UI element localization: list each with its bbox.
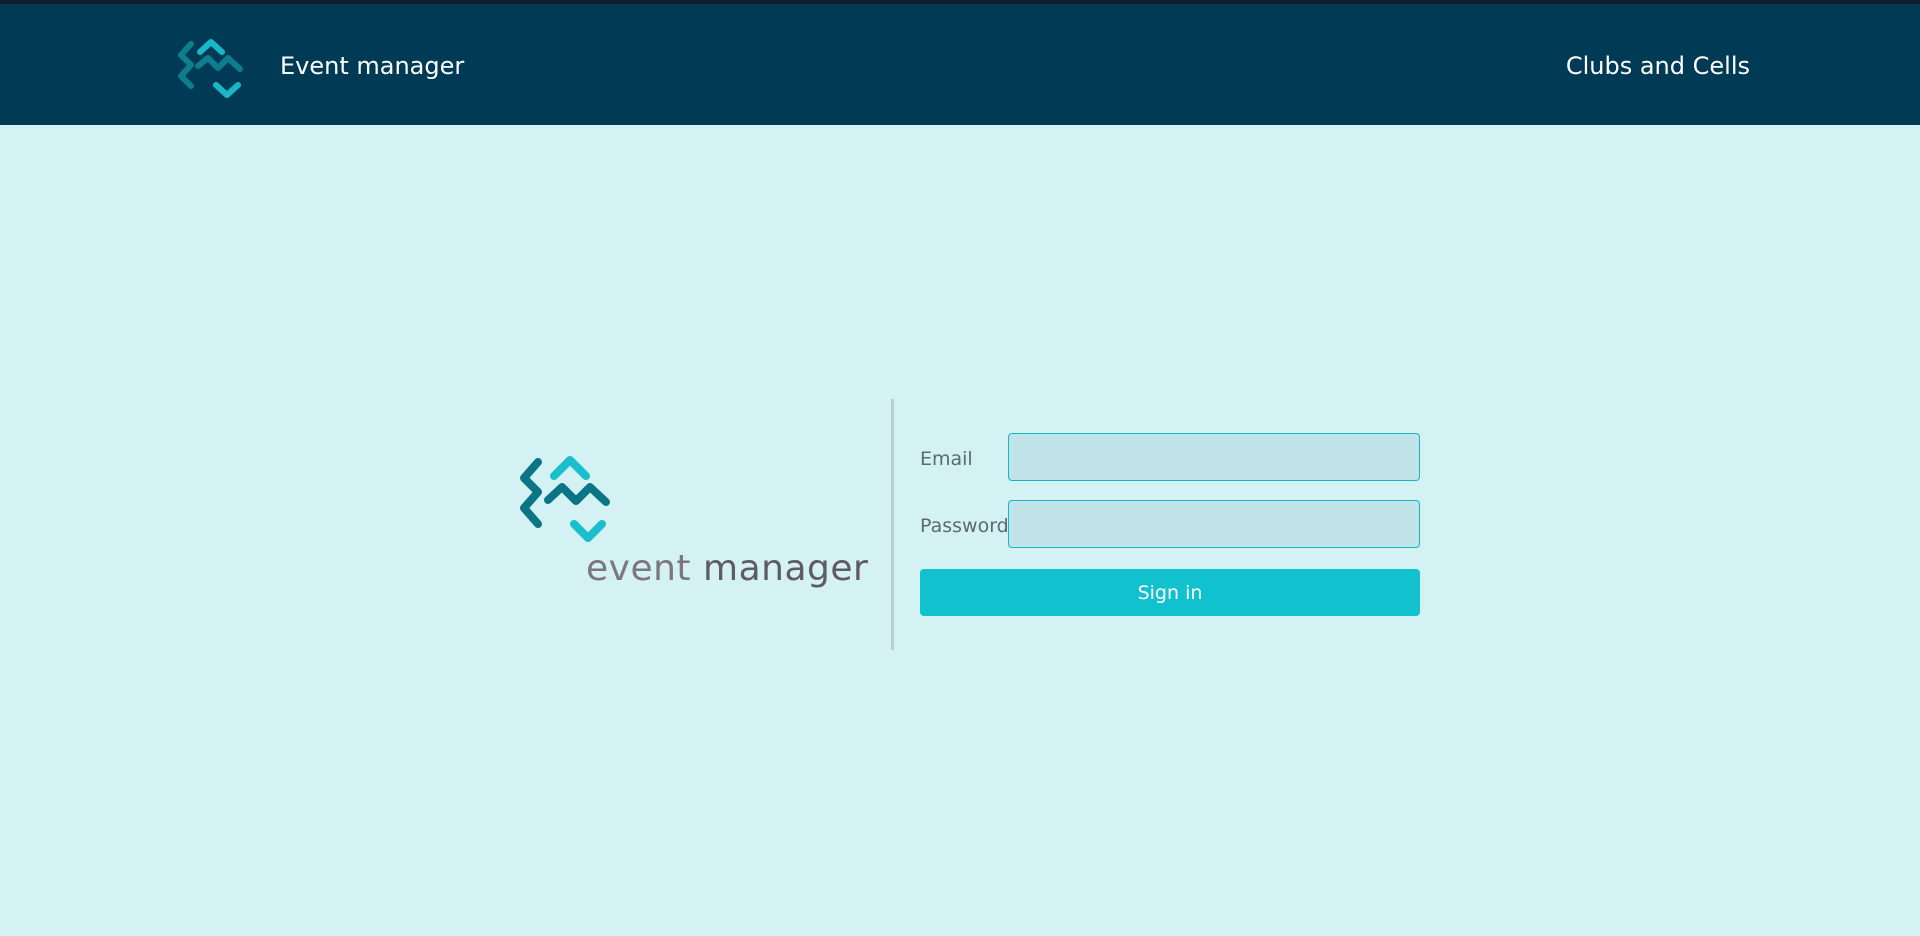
event-manager-logo-icon: [520, 456, 610, 542]
clubs-and-cells-link[interactable]: Clubs and Cells: [1566, 52, 1750, 80]
sign-in-button[interactable]: Sign in: [920, 569, 1420, 616]
password-label: Password: [920, 515, 1009, 537]
top-navbar: Event manager Clubs and Cells: [0, 4, 1920, 125]
event-manager-logo-icon[interactable]: [178, 38, 252, 100]
password-field[interactable]: [1008, 500, 1420, 548]
app-title-link[interactable]: Event manager: [280, 52, 464, 80]
wordmark-event: event: [586, 548, 692, 589]
email-field[interactable]: [1008, 433, 1420, 481]
vertical-divider: [891, 399, 894, 650]
wordmark-manager: manager: [703, 548, 869, 589]
event-manager-wordmark: event manager: [586, 548, 868, 589]
email-label: Email: [920, 448, 973, 470]
